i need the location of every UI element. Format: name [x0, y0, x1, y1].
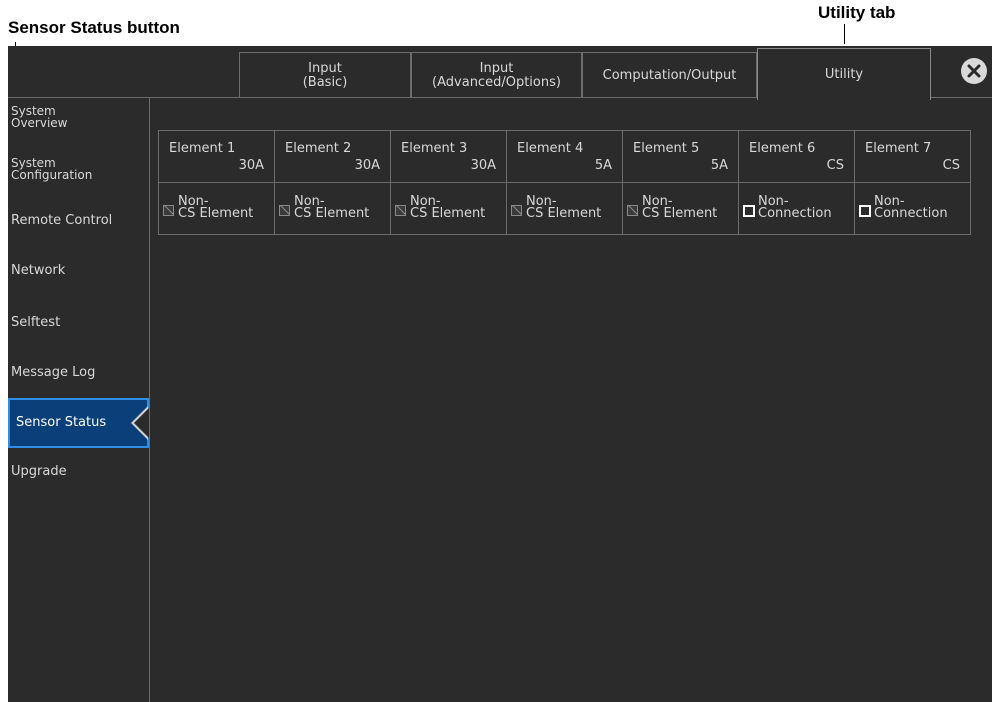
close-icon[interactable]	[961, 58, 987, 84]
sidebar-item-label: Upgrade	[11, 464, 67, 479]
sidebar: System Overview System Configuration Rem…	[8, 98, 150, 702]
sensor-status-label: Non- Connection	[758, 195, 832, 221]
sidebar-item-message-log[interactable]: Message Log	[8, 358, 149, 388]
sidebar-item-label: Network	[11, 263, 66, 278]
element-range: 5A	[710, 158, 728, 173]
table-row-status: Non- CS Element Non- CS Element Non- CS …	[158, 182, 971, 235]
disabled-checkbox-icon	[627, 205, 638, 216]
sensor-status-label: Non- CS Element	[178, 195, 254, 221]
element-header-cell: Element 4 5A	[506, 130, 623, 183]
element-name: Element 6	[749, 141, 816, 156]
tab-label: Input	[308, 60, 342, 76]
sensor-status-cell: Non- CS Element	[158, 182, 275, 235]
utility-callout-line	[844, 24, 845, 44]
tab-bar: Input (Basic) Input (Advanced/Options) C…	[8, 46, 992, 100]
element-header-cell: Element 3 30A	[390, 130, 507, 183]
element-range: 5A	[594, 158, 612, 173]
utility-tab-callout: Utility tab	[818, 3, 896, 22]
sidebar-item-label: Selftest	[11, 315, 61, 330]
sensor-status-label: Non- CS Element	[526, 195, 602, 221]
tab-input-advanced-options[interactable]: Input (Advanced/Options)	[411, 52, 582, 98]
sensor-status-cell: Non- CS Element	[274, 182, 391, 235]
sensor-status-cell: Non- Connection	[854, 182, 971, 235]
sidebar-item-system-overview[interactable]: System Overview	[8, 102, 149, 132]
element-name: Element 1	[169, 141, 236, 156]
sensor-status-cell: Non- CS Element	[390, 182, 507, 235]
sidebar-item-label: Message Log	[11, 365, 96, 380]
tab-label: Utility	[824, 66, 864, 82]
element-range: CS	[826, 158, 844, 173]
status-line: CS Element	[294, 206, 370, 221]
sensor-status-label: Non- Connection	[874, 195, 948, 221]
element-name: Element 2	[285, 141, 352, 156]
disabled-checkbox-icon	[279, 205, 290, 216]
sensor-status-label: Non- CS Element	[642, 195, 718, 221]
element-range: 30A	[238, 158, 264, 173]
element-name: Element 5	[633, 141, 700, 156]
table-row-headers: Element 1 30A Element 2 30A Element 3 30…	[158, 130, 971, 183]
element-name: Element 7	[865, 141, 932, 156]
tab-label: (Basic)	[302, 74, 348, 90]
tab-utility[interactable]: Utility	[757, 48, 931, 100]
element-range: CS	[942, 158, 960, 173]
element-name: Element 3	[401, 141, 468, 156]
tab-input-basic[interactable]: Input (Basic)	[239, 52, 411, 98]
status-line: CS Element	[526, 206, 602, 221]
element-name: Element 4	[517, 141, 584, 156]
element-range: 30A	[470, 158, 496, 173]
sidebar-item-network[interactable]: Network	[8, 256, 149, 286]
sidebar-item-remote-control[interactable]: Remote Control	[8, 206, 149, 236]
sidebar-item-upgrade[interactable]: Upgrade	[8, 457, 149, 487]
utility-screen: Input (Basic) Input (Advanced/Options) C…	[8, 46, 992, 702]
element-header-cell: Element 7 CS	[854, 130, 971, 183]
element-header-cell: Element 2 30A	[274, 130, 391, 183]
sensor-status-cell: Non- CS Element	[622, 182, 739, 235]
sidebar-item-selftest[interactable]: Selftest	[8, 308, 149, 338]
disabled-checkbox-icon	[395, 205, 406, 216]
status-line: Connection	[758, 206, 832, 221]
sidebar-item-label: Configuration	[11, 168, 93, 182]
element-header-cell: Element 5 5A	[622, 130, 739, 183]
element-header-cell: Element 1 30A	[158, 130, 275, 183]
disabled-checkbox-icon	[511, 205, 522, 216]
tab-label: (Advanced/Options)	[432, 74, 561, 90]
sidebar-item-label: Sensor Status	[16, 415, 107, 430]
status-line: CS Element	[410, 206, 486, 221]
element-header-cell: Element 6 CS	[738, 130, 855, 183]
sensor-status-cell: Non- CS Element	[506, 182, 623, 235]
sensor-status-button-callout: Sensor Status button	[8, 18, 180, 37]
status-line: CS Element	[642, 206, 718, 221]
empty-square-icon	[743, 205, 755, 217]
sensor-status-cell: Non- Connection	[738, 182, 855, 235]
disabled-checkbox-icon	[163, 205, 174, 216]
sidebar-item-label: Remote Control	[11, 213, 113, 228]
tab-label: Computation/Output	[602, 67, 737, 83]
element-range: 30A	[354, 158, 380, 173]
sensor-status-label: Non- CS Element	[294, 195, 370, 221]
sensor-status-table: Element 1 30A Element 2 30A Element 3 30…	[158, 130, 971, 235]
sidebar-item-label: Overview	[11, 116, 68, 130]
status-line: CS Element	[178, 206, 254, 221]
status-line: Connection	[874, 206, 948, 221]
sidebar-item-system-configuration[interactable]: System Configuration	[8, 154, 149, 184]
sensor-status-label: Non- CS Element	[410, 195, 486, 221]
empty-square-icon	[859, 205, 871, 217]
tab-label: Input	[479, 60, 514, 76]
tab-computation-output[interactable]: Computation/Output	[582, 52, 757, 98]
selection-arrow-inner	[134, 408, 149, 438]
sidebar-item-sensor-status[interactable]: Sensor Status	[8, 398, 149, 448]
